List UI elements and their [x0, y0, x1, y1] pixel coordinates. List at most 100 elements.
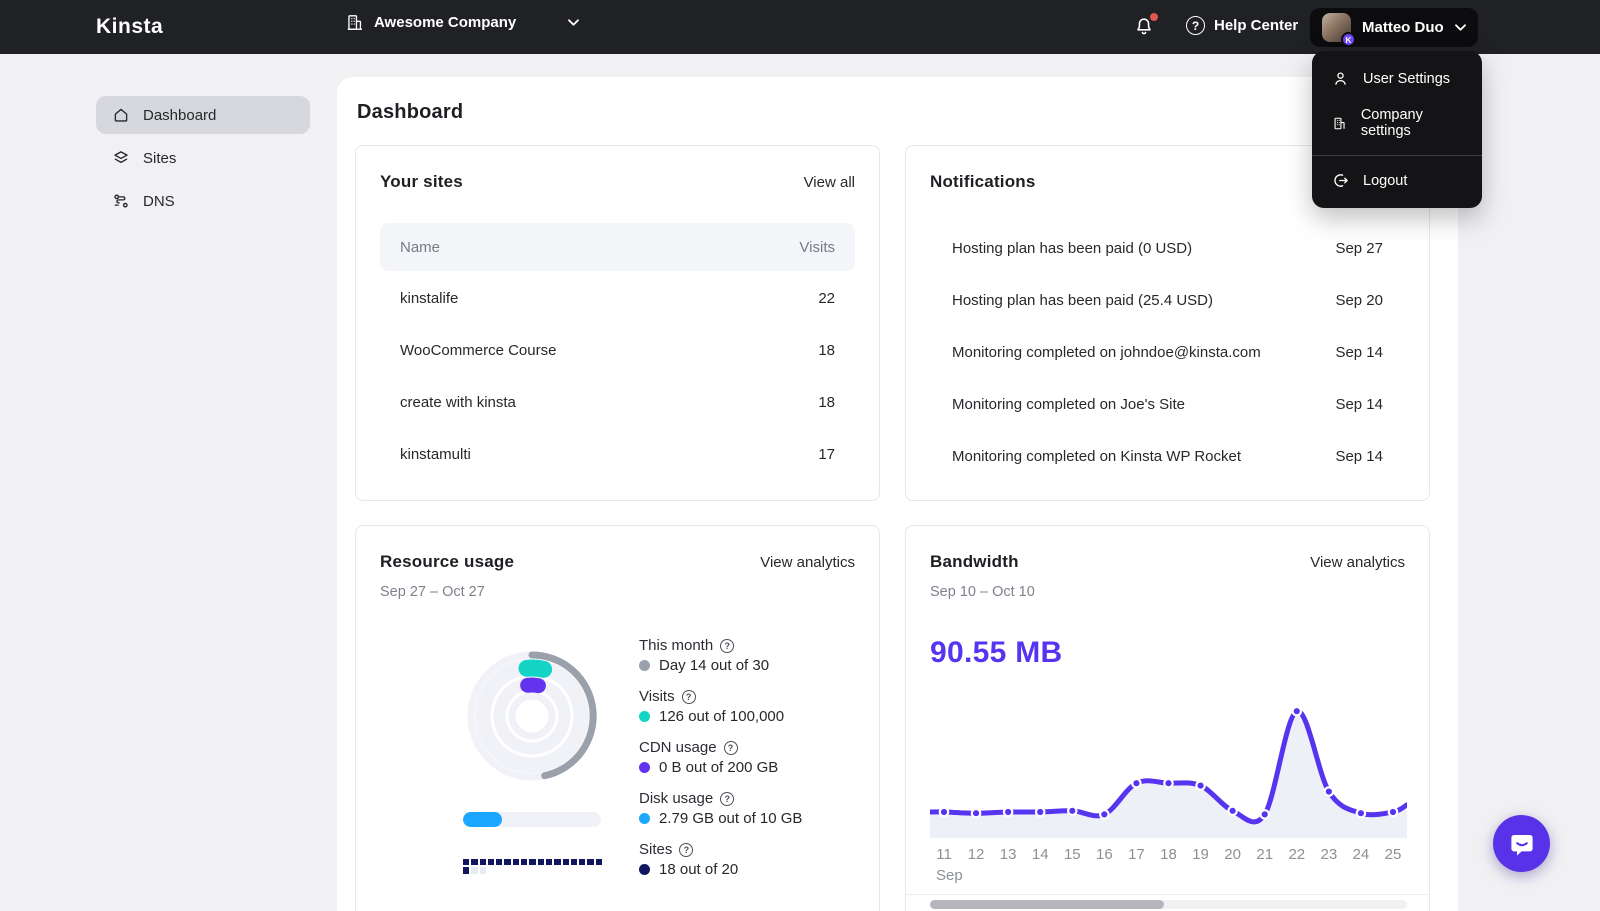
company-selector[interactable]: Awesome Company: [345, 13, 580, 32]
data-point-dot: [1355, 807, 1367, 819]
table-row[interactable]: create with kinsta 18: [380, 392, 855, 412]
help-center-button[interactable]: ? Help Center: [1186, 16, 1298, 35]
data-point-dot: [1099, 809, 1110, 820]
data-point-dot: [1034, 806, 1046, 818]
user-name: Matteo Duo: [1362, 19, 1444, 36]
site-segment: [496, 859, 503, 866]
site-segment: [471, 867, 478, 874]
x-tick-label: 20: [1224, 846, 1241, 863]
data-point-dot: [1066, 805, 1078, 817]
legend-label: CDN usage: [639, 739, 717, 756]
site-visits: 17: [818, 445, 835, 463]
x-tick-label: 14: [1031, 846, 1049, 863]
resource-date-range: Sep 27 – Oct 27: [380, 584, 485, 600]
table-row[interactable]: kinstalife 22: [380, 288, 855, 308]
notification-text: Hosting plan has been paid (0 USD): [952, 239, 1193, 257]
view-all-sites-link[interactable]: View all: [804, 174, 855, 191]
sidebar-item-sites[interactable]: Sites: [96, 139, 310, 177]
legend-group-disk-usage: Disk usage? 2.79 GB out of 10 GB: [639, 789, 802, 828]
legend-group-sites: Sites? 18 out of 20: [639, 840, 802, 879]
question-circle-icon[interactable]: ?: [681, 689, 696, 704]
table-row[interactable]: WooCommerce Course 18: [380, 340, 855, 360]
list-item[interactable]: Hosting plan has been paid (0 USD) Sep 2…: [930, 238, 1405, 258]
chat-launcher-button[interactable]: [1493, 815, 1550, 872]
question-circle-icon[interactable]: ?: [720, 791, 735, 806]
list-item[interactable]: Hosting plan has been paid (25.4 USD) Se…: [930, 290, 1405, 310]
legend-label: This month: [639, 637, 714, 654]
menu-item-company-settings[interactable]: Company settings: [1312, 97, 1482, 149]
site-segment: [595, 859, 603, 866]
column-visits: Visits: [799, 238, 835, 256]
notification-date: Sep 14: [1335, 395, 1383, 413]
legend-value: 18 out of 20: [659, 861, 739, 878]
cdn-arc: [520, 677, 546, 694]
sidebar-item-label: Dashboard: [143, 106, 217, 124]
site-name: kinstamulti: [400, 445, 471, 463]
legend-label: Disk usage: [639, 790, 714, 807]
avatar-company-badge: K: [1341, 32, 1356, 47]
chat-bubble-icon: [1510, 834, 1533, 855]
page-title: Dashboard: [357, 101, 464, 123]
disk-usage-progress-bar: [463, 812, 601, 827]
x-tick-label: 23: [1320, 846, 1338, 863]
site-name: kinstalife: [400, 289, 459, 307]
view-analytics-resource-link[interactable]: View analytics: [760, 554, 855, 571]
menu-item-logout[interactable]: Logout: [1312, 162, 1482, 199]
x-tick-label: 21: [1256, 846, 1274, 863]
company-name: Awesome Company: [374, 14, 517, 31]
data-point-dot: [938, 806, 950, 818]
site-segment: [554, 859, 561, 866]
main-panel: Dashboard Your sites View all Name Visit…: [337, 77, 1458, 911]
kinsta-logo[interactable]: Kinsta: [96, 15, 163, 39]
x-tick-label: 18: [1160, 846, 1177, 863]
scrollbar-thumb[interactable]: [930, 900, 1164, 909]
visits-arc: [518, 659, 553, 678]
notifications-bell-button[interactable]: [1133, 13, 1159, 41]
sidebar-item-dns[interactable]: DNS: [96, 182, 310, 220]
list-item[interactable]: Monitoring completed on Joe's Site Sep 1…: [930, 394, 1405, 414]
site-segment: [471, 859, 478, 866]
sites-table-header: Name Visits: [380, 223, 855, 271]
menu-item-label: User Settings: [1363, 70, 1451, 87]
question-circle-icon[interactable]: ?: [723, 740, 738, 755]
top-bar: Kinsta Awesome Company ? Help Center K M…: [0, 0, 1600, 54]
x-tick-label: 24: [1352, 846, 1370, 863]
x-tick-label: 12: [967, 846, 985, 863]
legend-dot: [639, 762, 650, 773]
resource-legend: This month? Day 14 out of 30 Visits? 126…: [639, 636, 802, 891]
menu-item-user-settings[interactable]: User Settings: [1312, 60, 1482, 97]
list-item[interactable]: Monitoring completed on johndoe@kinsta.c…: [930, 342, 1405, 362]
legend-dot: [639, 711, 650, 722]
sidebar-item-label: Sites: [143, 149, 177, 167]
question-circle-icon[interactable]: ?: [720, 638, 735, 653]
legend-group-this-month: This month? Day 14 out of 30: [639, 636, 802, 675]
legend-value: 2.79 GB out of 10 GB: [659, 810, 803, 827]
chart-scrollbar[interactable]: [930, 900, 1407, 909]
legend-dot: [639, 864, 650, 875]
notification-text: Monitoring completed on Joe's Site: [952, 395, 1185, 413]
building-icon: [1334, 117, 1345, 129]
user-menu-trigger[interactable]: K Matteo Duo: [1310, 8, 1478, 47]
notification-date: Sep 20: [1335, 291, 1383, 309]
resource-usage-card: Resource usage View analytics Sep 27 – O…: [355, 525, 880, 911]
sidebar-item-label: DNS: [143, 192, 175, 210]
question-circle-icon[interactable]: ?: [679, 842, 694, 857]
x-tick-label: 13: [999, 846, 1017, 863]
x-tick-label: 25: [1384, 846, 1402, 863]
user-dropdown-menu: User Settings Company settings Logout: [1312, 51, 1482, 208]
table-row[interactable]: kinstamulti 17: [380, 444, 855, 464]
card-title: Your sites: [380, 172, 463, 191]
x-tick-label: 19: [1192, 846, 1209, 863]
site-segment: [545, 859, 553, 866]
site-segment: [463, 867, 470, 874]
sidebar-item-dashboard[interactable]: Dashboard: [96, 96, 310, 134]
list-item[interactable]: Monitoring completed on Kinsta WP Rocket…: [930, 446, 1405, 466]
legend-group-visits: Visits? 126 out of 100,000: [639, 687, 802, 726]
avatar: K: [1322, 13, 1356, 47]
disk-progress-fill: [463, 812, 502, 827]
menu-item-label: Company settings: [1360, 107, 1423, 139]
home-icon: [114, 108, 128, 122]
bandwidth-date-range: Sep 10 – Oct 10: [930, 584, 1035, 600]
view-analytics-bandwidth-link[interactable]: View analytics: [1310, 554, 1405, 571]
x-tick-label: 16: [1096, 846, 1113, 863]
